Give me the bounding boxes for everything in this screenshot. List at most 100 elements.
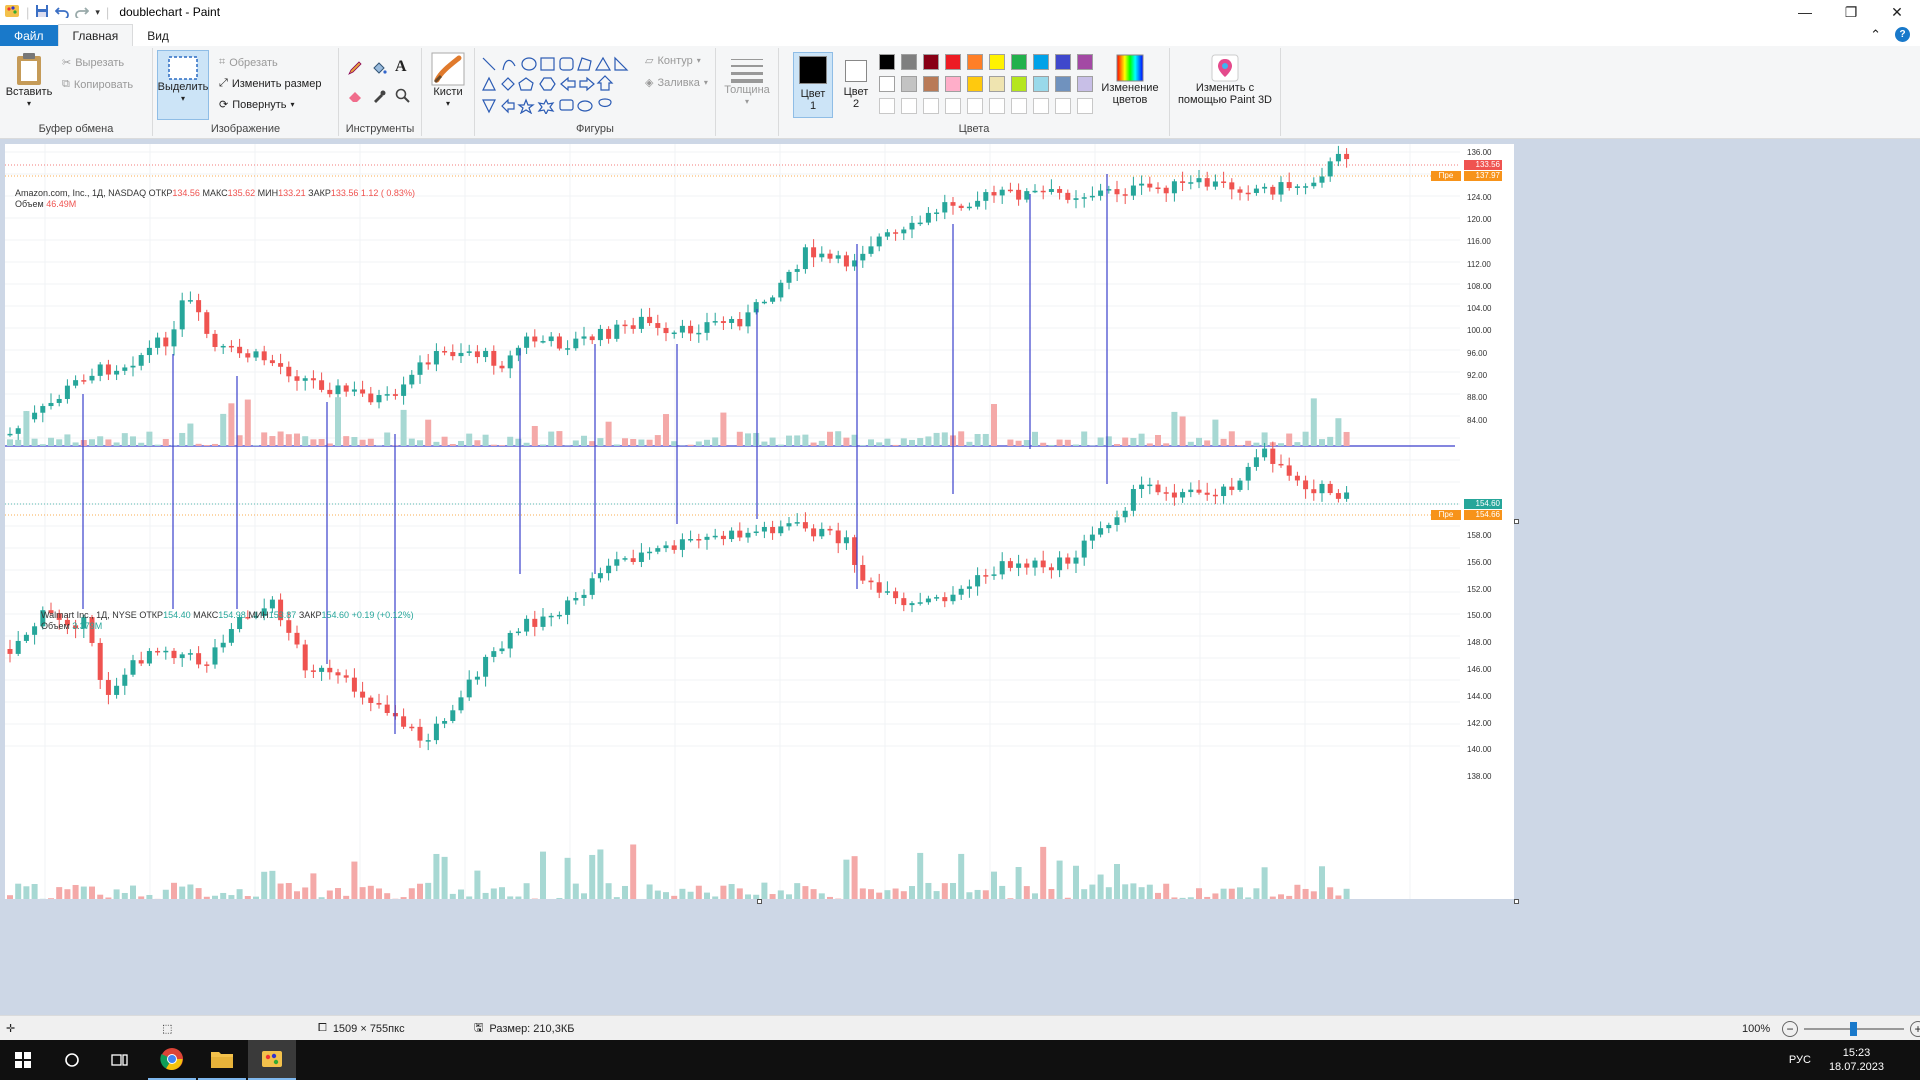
image-canvas[interactable]: Amazon.com, Inc., 1Д, NASDAQ ОТКР134.56 …: [5, 144, 1514, 899]
customize-quick-access-icon[interactable]: ▾: [95, 7, 100, 18]
search-button[interactable]: [50, 1040, 94, 1080]
bottom-volume-bar: [105, 897, 112, 899]
canvas-resize-handle-corner[interactable]: [1514, 899, 1519, 904]
palette-swatch[interactable]: [1033, 98, 1049, 114]
maximize-button[interactable]: ❐: [1828, 0, 1874, 24]
palette-swatch[interactable]: [945, 54, 961, 70]
color2-button[interactable]: Цвет 2: [836, 52, 876, 118]
canvas-resize-handle-right[interactable]: [1514, 519, 1519, 524]
undo-icon[interactable]: [55, 4, 70, 21]
save-icon[interactable]: [35, 4, 49, 21]
fill-bucket-icon[interactable]: [371, 60, 387, 76]
clock[interactable]: 15:23 18.07.2023: [1829, 1046, 1884, 1074]
tab-home[interactable]: Главная: [57, 24, 134, 46]
bottom-candle-body: [417, 726, 423, 741]
palette-swatch[interactable]: [945, 98, 961, 114]
minimize-button[interactable]: —: [1782, 0, 1828, 24]
palette-swatch[interactable]: [879, 54, 895, 70]
start-button[interactable]: [0, 1040, 46, 1080]
top-candle-body: [1262, 186, 1268, 189]
zoom-in-button[interactable]: +: [1910, 1020, 1920, 1037]
shapes-gallery[interactable]: [481, 56, 633, 116]
zoom-slider[interactable]: [1804, 1021, 1904, 1036]
bottom-candle-body: [901, 598, 907, 606]
palette-swatch[interactable]: [1011, 98, 1027, 114]
text-tool-icon[interactable]: A: [395, 58, 407, 76]
help-icon[interactable]: ?: [1895, 27, 1910, 42]
fill-button[interactable]: ◈ Заливка ▾: [645, 76, 708, 90]
palette-swatch[interactable]: [1033, 76, 1049, 92]
top-volume-bar: [417, 440, 423, 446]
bottom-candle-body: [606, 565, 612, 574]
palette-swatch[interactable]: [879, 98, 895, 114]
input-language-indicator[interactable]: РУС: [1789, 1054, 1811, 1066]
palette-swatch[interactable]: [989, 54, 1005, 70]
bottom-volume-bar: [162, 889, 169, 899]
palette-swatch[interactable]: [879, 76, 895, 92]
bottom-volume-bar: [367, 885, 374, 899]
palette-swatch[interactable]: [967, 98, 983, 114]
task-view-button[interactable]: [98, 1040, 142, 1080]
taskbar-explorer[interactable]: [198, 1040, 246, 1080]
tab-view[interactable]: Вид: [133, 25, 183, 46]
palette-swatch[interactable]: [945, 76, 961, 92]
palette-swatch[interactable]: [989, 76, 1005, 92]
cut-button[interactable]: ✂ Вырезать: [62, 56, 124, 70]
palette-swatch[interactable]: [1033, 54, 1049, 70]
palette-swatch[interactable]: [923, 98, 939, 114]
canvas-resize-handle-bottom[interactable]: [757, 899, 762, 904]
top-candle-body: [1278, 182, 1284, 195]
eraser-icon[interactable]: [347, 88, 363, 104]
pencil-icon[interactable]: [347, 60, 363, 76]
palette-swatch[interactable]: [1055, 98, 1071, 114]
redo-icon[interactable]: [75, 4, 90, 21]
zoom-out-button[interactable]: −: [1782, 1020, 1798, 1037]
paste-button[interactable]: Вставить ▾: [6, 52, 52, 110]
magnifier-icon[interactable]: [395, 88, 411, 104]
outline-button[interactable]: ▱ Контур ▾: [645, 54, 701, 68]
edit-colors-button[interactable]: Изменение цветов: [1097, 54, 1163, 106]
palette-swatch[interactable]: [1077, 76, 1093, 92]
bottom-volume-bar: [236, 889, 243, 899]
resize-button[interactable]: ⤢ Изменить размер: [219, 77, 321, 90]
bottom-volume-bar: [745, 894, 751, 899]
bottom-volume-bar: [1040, 846, 1047, 899]
palette-swatch[interactable]: [1077, 98, 1093, 114]
bottom-candle-body: [614, 559, 620, 566]
palette-swatch[interactable]: [901, 98, 917, 114]
canvas-workspace[interactable]: Amazon.com, Inc., 1Д, NASDAQ ОТКР134.56 …: [0, 139, 1920, 1015]
zoom-slider-thumb[interactable]: [1850, 1021, 1857, 1036]
palette-swatch[interactable]: [989, 98, 1005, 114]
palette-swatch[interactable]: [967, 76, 983, 92]
palette-swatch[interactable]: [1055, 76, 1071, 92]
palette-swatch[interactable]: [1011, 76, 1027, 92]
taskbar-chrome[interactable]: [148, 1040, 196, 1080]
palette-swatch[interactable]: [1055, 54, 1071, 70]
color-palette[interactable]: [879, 54, 1099, 118]
collapse-ribbon-icon[interactable]: ⌃: [1870, 27, 1881, 43]
palette-swatch[interactable]: [967, 54, 983, 70]
top-candle-body: [745, 312, 751, 327]
taskbar-paint[interactable]: [248, 1040, 296, 1080]
palette-swatch[interactable]: [1011, 54, 1027, 70]
select-button[interactable]: Выделить ▾: [157, 50, 209, 120]
top-volume-bar: [1163, 443, 1170, 446]
copy-button[interactable]: ⧉ Копировать: [62, 78, 133, 91]
close-button[interactable]: ✕: [1874, 0, 1920, 24]
bottom-volume-bar: [220, 892, 227, 899]
color1-button[interactable]: Цвет 1: [793, 52, 833, 118]
palette-swatch[interactable]: [901, 54, 917, 70]
tab-file[interactable]: Файл: [0, 25, 58, 46]
color-picker-icon[interactable]: [371, 88, 387, 104]
crop-button[interactable]: ⌗ Обрезать: [219, 56, 278, 69]
palette-swatch[interactable]: [923, 54, 939, 70]
brushes-button[interactable]: Кисти ▾: [426, 52, 470, 110]
paint3d-button[interactable]: Изменить с помощью Paint 3D: [1174, 54, 1276, 106]
top-volume-bar: [827, 431, 833, 446]
palette-swatch[interactable]: [923, 76, 939, 92]
palette-swatch[interactable]: [901, 76, 917, 92]
thickness-button[interactable]: Толщина ▾: [722, 56, 772, 108]
rotate-button[interactable]: ⟳ Повернуть ▾: [219, 98, 295, 112]
palette-swatch[interactable]: [1077, 54, 1093, 70]
bottom-volume-bar: [581, 893, 587, 899]
